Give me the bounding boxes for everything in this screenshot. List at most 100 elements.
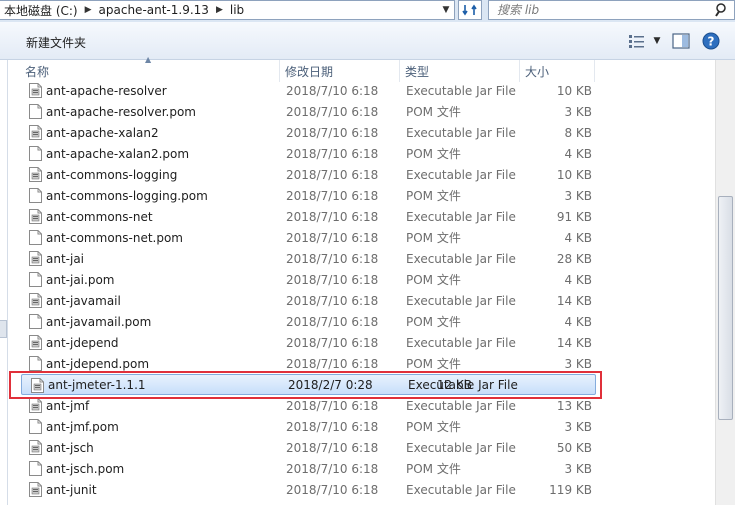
search-input[interactable]	[489, 1, 699, 19]
file-row[interactable]: ant-jmf 2018/7/10 6:18 Executable Jar File…	[20, 395, 715, 416]
file-row[interactable]: ant-commons-net 2018/7/10 6:18 Executable …	[20, 206, 715, 227]
file-modified-date: 2018/7/10 6:18	[286, 398, 379, 413]
file-type: Executable Jar File	[406, 482, 516, 497]
file-row[interactable]: ant-apache-resolver.pom 2018/7/10 6:18 POM…	[20, 101, 715, 122]
file-row[interactable]: ant-apache-resolver 2018/7/10 6:18 Executa…	[20, 80, 715, 101]
file-modified-date: 2018/7/10 6:18	[286, 356, 379, 371]
column-header-type-label: 类型	[405, 65, 430, 79]
breadcrumb-lib[interactable]: lib	[226, 3, 248, 17]
vertical-scrollbar-thumb[interactable]	[718, 196, 733, 420]
column-header-name[interactable]: ▲ 名称	[20, 56, 280, 82]
details-view-icon	[628, 35, 644, 48]
file-row[interactable]: ant-commons-net.pom 2018/7/10 6:18 POM 文件 4…	[20, 227, 715, 248]
address-dropdown-icon[interactable]: ▼	[438, 1, 454, 19]
address-bar-area: 本地磁盘 (C:) ▶ apache-ant-1.9.13 ▶ lib ▼	[0, 0, 735, 22]
file-size: 10 KB	[556, 167, 592, 182]
help-icon: ?	[702, 32, 720, 50]
pom-file-icon	[29, 188, 42, 203]
column-header-size-label: 大小	[525, 65, 550, 79]
command-toolbar: 新建文件夹 ▼ ?	[0, 22, 735, 60]
file-row[interactable]: ant-commons-logging.pom 2018/7/10 6:18 POM…	[20, 185, 715, 206]
navigation-pane-scroll-handle[interactable]	[0, 320, 7, 338]
search-box[interactable]	[488, 0, 735, 20]
file-modified-date: 2018/7/10 6:18	[286, 482, 379, 497]
help-button[interactable]: ?	[701, 32, 721, 50]
column-header-type[interactable]: 类型	[400, 60, 520, 82]
pom-file-icon	[29, 104, 42, 119]
file-type: POM 文件	[406, 462, 461, 476]
file-modified-date: 2018/7/10 6:18	[286, 104, 379, 119]
breadcrumb-drive[interactable]: 本地磁盘 (C:)	[0, 2, 82, 19]
breadcrumb-apache-ant[interactable]: apache-ant-1.9.13	[95, 3, 213, 17]
file-row[interactable]: ant-junit 2018/7/10 6:18 Executable Jar Fi…	[20, 479, 715, 500]
file-modified-date: 2018/7/10 6:18	[286, 188, 379, 203]
file-size: 4 KB	[564, 314, 592, 329]
svg-text:?: ?	[708, 35, 715, 49]
file-row[interactable]: ant-commons-logging 2018/7/10 6:18 Executa…	[20, 164, 715, 185]
column-header-name-label: 名称	[25, 65, 50, 79]
preview-pane-icon	[672, 33, 690, 49]
jar-file-icon	[29, 125, 42, 140]
view-mode-button[interactable]: ▼	[627, 32, 661, 50]
file-type: Executable Jar File	[406, 125, 516, 140]
file-name: ant-commons-logging.pom	[46, 188, 208, 203]
jar-file-icon	[29, 209, 42, 224]
file-name: ant-apache-resolver.pom	[46, 104, 196, 119]
pom-file-icon	[29, 356, 42, 371]
file-name: ant-javamail	[46, 293, 121, 308]
jar-file-icon	[31, 378, 44, 393]
file-row[interactable]: ant-javamail 2018/7/10 6:18 Executable Jar…	[20, 290, 715, 311]
file-type: POM 文件	[406, 147, 461, 161]
file-row[interactable]: ant-jdepend 2018/7/10 6:18 Executable Jar …	[20, 332, 715, 353]
file-modified-date: 2018/7/10 6:18	[286, 230, 379, 245]
file-name: ant-commons-net	[46, 209, 153, 224]
chevron-down-icon[interactable]: ▼	[654, 36, 661, 46]
file-modified-date: 2018/7/10 6:18	[286, 83, 379, 98]
file-modified-date: 2018/2/7 0:28	[288, 377, 373, 392]
file-type: POM 文件	[406, 420, 461, 434]
file-type: Executable Jar File	[406, 167, 516, 182]
new-folder-button[interactable]: 新建文件夹	[26, 34, 86, 51]
file-row[interactable]: ant-jai 2018/7/10 6:18 Executable Jar File…	[20, 248, 715, 269]
toolbar-view-controls: ▼ ?	[627, 32, 721, 50]
file-row[interactable]: ant-apache-xalan2.pom 2018/7/10 6:18 POM 文…	[20, 143, 715, 164]
file-type: Executable Jar File	[406, 251, 516, 266]
file-modified-date: 2018/7/10 6:18	[286, 125, 379, 140]
file-size: 14 KB	[556, 293, 592, 308]
jar-file-icon	[29, 167, 42, 182]
breadcrumb-separator-icon[interactable]: ▶	[213, 5, 226, 15]
vertical-scrollbar[interactable]	[715, 60, 735, 505]
file-size: 3 KB	[564, 104, 592, 119]
file-name: ant-javamail.pom	[46, 314, 152, 329]
column-header-date[interactable]: 修改日期	[280, 60, 400, 82]
breadcrumb-separator-icon[interactable]: ▶	[82, 5, 95, 15]
file-size: 3 KB	[564, 188, 592, 203]
file-row[interactable]: ant-jsch 2018/7/10 6:18 Executable Jar Fil…	[20, 437, 715, 458]
refresh-button[interactable]	[458, 0, 482, 20]
jar-file-icon	[29, 251, 42, 266]
file-name: ant-apache-resolver	[46, 83, 167, 98]
pom-file-icon	[29, 146, 42, 161]
file-row[interactable]: ant-jmeter-1.1.1 2018/2/7 0:28 Executable …	[21, 374, 596, 395]
file-row[interactable]: ant-apache-xalan2 2018/7/10 6:18 Executabl…	[20, 122, 715, 143]
file-row[interactable]: ant-jai.pom 2018/7/10 6:18 POM 文件 4 KB	[20, 269, 715, 290]
file-name: ant-apache-xalan2.pom	[46, 146, 190, 161]
file-modified-date: 2018/7/10 6:18	[286, 251, 379, 266]
file-row[interactable]: ant-javamail.pom 2018/7/10 6:18 POM 文件 4 KB	[20, 311, 715, 332]
search-icon[interactable]	[714, 2, 728, 18]
column-header-size[interactable]: 大小	[520, 60, 595, 82]
preview-pane-button[interactable]	[671, 32, 691, 50]
jar-file-icon	[29, 482, 42, 497]
jar-file-icon	[29, 293, 42, 308]
jar-file-icon	[29, 83, 42, 98]
file-size: 4 KB	[564, 272, 592, 287]
address-bar[interactable]: 本地磁盘 (C:) ▶ apache-ant-1.9.13 ▶ lib ▼	[0, 0, 455, 20]
file-size: 13 KB	[556, 398, 592, 413]
file-row[interactable]: ant-jmf.pom 2018/7/10 6:18 POM 文件 3 KB	[20, 416, 715, 437]
file-modified-date: 2018/7/10 6:18	[286, 419, 379, 434]
file-row[interactable]: ant-jsch.pom 2018/7/10 6:18 POM 文件 3 KB	[20, 458, 715, 479]
file-name: ant-junit	[46, 482, 97, 497]
file-row[interactable]: ant-jdepend.pom 2018/7/10 6:18 POM 文件 3 KB	[20, 353, 715, 374]
file-modified-date: 2018/7/10 6:18	[286, 272, 379, 287]
file-size: 3 KB	[564, 356, 592, 371]
